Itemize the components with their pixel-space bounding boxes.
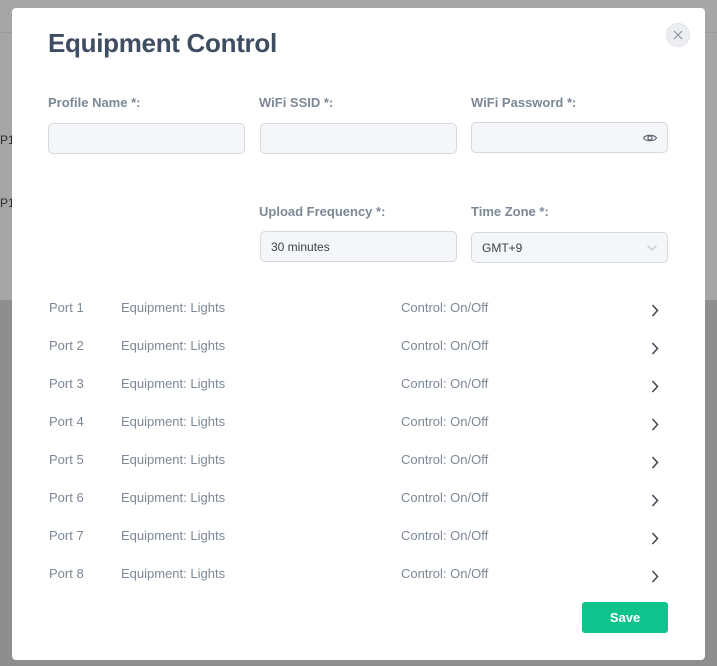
- port-label: Port 6: [49, 490, 84, 505]
- port-label: Port 8: [49, 566, 84, 581]
- chevron-right-icon: [651, 418, 659, 431]
- wifi-ssid-label: WiFi SSID *:: [259, 95, 334, 110]
- close-button[interactable]: [666, 23, 690, 47]
- wifi-password-label: WiFi Password *:: [471, 95, 577, 110]
- chevron-down-icon: [647, 244, 657, 251]
- port-equipment: Equipment: Lights: [121, 528, 226, 543]
- profile-name-label: Profile Name *:: [48, 95, 141, 110]
- upload-frequency-label: Upload Frequency *:: [259, 204, 386, 219]
- port-row-7[interactable]: Port 7 Equipment: Lights Control: On/Off: [48, 528, 668, 548]
- time-zone-label: Time Zone *:: [471, 204, 549, 219]
- chevron-right-icon: [651, 342, 659, 355]
- port-label: Port 5: [49, 452, 84, 467]
- equipment-control-modal: Equipment Control Profile Name *: WiFi S…: [12, 8, 705, 660]
- chevron-right-icon: [651, 380, 659, 393]
- port-control: Control: On/Off: [401, 452, 489, 467]
- port-row-8[interactable]: Port 8 Equipment: Lights Control: On/Off: [48, 566, 668, 586]
- port-label: Port 1: [49, 300, 84, 315]
- port-equipment: Equipment: Lights: [121, 338, 226, 353]
- chevron-right-icon: [651, 304, 659, 317]
- port-control: Control: On/Off: [401, 300, 489, 315]
- port-equipment: Equipment: Lights: [121, 490, 226, 505]
- port-equipment: Equipment: Lights: [121, 414, 226, 429]
- port-row-4[interactable]: Port 4 Equipment: Lights Control: On/Off: [48, 414, 668, 434]
- port-equipment: Equipment: Lights: [121, 300, 226, 315]
- chevron-right-icon: [651, 456, 659, 469]
- port-row-5[interactable]: Port 5 Equipment: Lights Control: On/Off: [48, 452, 668, 472]
- time-zone-select[interactable]: GMT+9: [471, 232, 668, 263]
- port-equipment: Equipment: Lights: [121, 376, 226, 391]
- port-control: Control: On/Off: [401, 490, 489, 505]
- close-icon: [673, 30, 683, 40]
- port-label: Port 7: [49, 528, 84, 543]
- chevron-right-icon: [651, 570, 659, 583]
- chevron-right-icon: [651, 494, 659, 507]
- port-row-2[interactable]: Port 2 Equipment: Lights Control: On/Off: [48, 338, 668, 358]
- port-equipment: Equipment: Lights: [121, 566, 226, 581]
- port-control: Control: On/Off: [401, 376, 489, 391]
- wifi-password-input[interactable]: [471, 122, 668, 153]
- port-row-6[interactable]: Port 6 Equipment: Lights Control: On/Off: [48, 490, 668, 510]
- port-control: Control: On/Off: [401, 414, 489, 429]
- port-label: Port 2: [49, 338, 84, 353]
- port-control: Control: On/Off: [401, 566, 489, 581]
- port-control: Control: On/Off: [401, 528, 489, 543]
- save-button[interactable]: Save: [582, 602, 668, 633]
- port-label: Port 4: [49, 414, 84, 429]
- port-equipment: Equipment: Lights: [121, 452, 226, 467]
- upload-frequency-input[interactable]: [260, 231, 457, 262]
- chevron-right-icon: [651, 532, 659, 545]
- port-control: Control: On/Off: [401, 338, 489, 353]
- wifi-ssid-input[interactable]: [260, 123, 457, 154]
- profile-name-input[interactable]: [48, 123, 245, 154]
- modal-title: Equipment Control: [48, 28, 277, 58]
- port-row-3[interactable]: Port 3 Equipment: Lights Control: On/Off: [48, 376, 668, 396]
- port-label: Port 3: [49, 376, 84, 391]
- time-zone-value: GMT+9: [482, 240, 523, 255]
- eye-icon[interactable]: [642, 130, 658, 146]
- port-row-1[interactable]: Port 1 Equipment: Lights Control: On/Off: [48, 300, 668, 320]
